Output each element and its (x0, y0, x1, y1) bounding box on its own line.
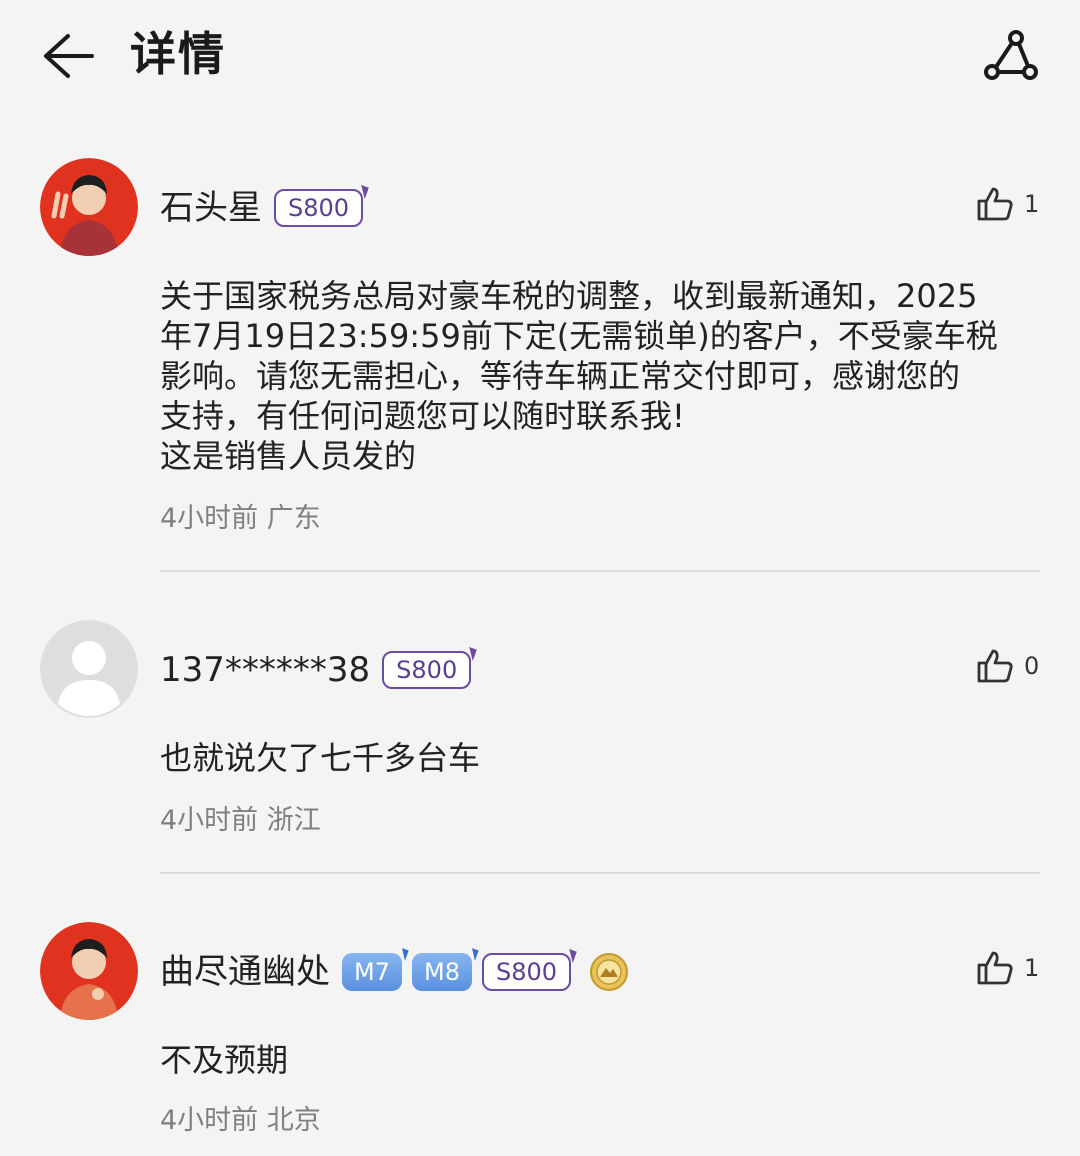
comment-time: 4小时前 (160, 805, 259, 836)
comment-time: 4小时前 (160, 503, 259, 534)
badge-m7[interactable]: M7 (342, 953, 402, 991)
thumbs-up-icon (977, 649, 1013, 683)
avatar[interactable] (40, 620, 138, 718)
comment-line: 支持，有任何问题您可以随时联系我! (160, 397, 685, 435)
avatar[interactable] (40, 158, 138, 256)
like-count: 1 (1024, 190, 1040, 218)
like-count: 0 (1024, 652, 1040, 680)
comment-meta: 4小时前 广东 (160, 496, 321, 535)
comment-line: 这是销售人员发的 (160, 437, 417, 475)
badge-s800[interactable]: S800 (274, 189, 364, 227)
badge-s800[interactable]: S800 (481, 953, 572, 991)
name-row: 137******38 S800 (160, 642, 481, 698)
like-button[interactable]: 1 (976, 950, 1039, 986)
comment-text: 关于国家税务总局对豪车税的调整，收到最新通知，2025 年7月19日23:59:… (160, 276, 998, 476)
comment-line: 影响。请您无需担心，等待车辆正常交付即可，感谢您的 (160, 357, 961, 395)
medal-icon[interactable] (589, 952, 629, 992)
avatar[interactable] (40, 922, 138, 1020)
app-header: 详情 (0, 0, 1080, 110)
share-icon (984, 30, 1038, 80)
comment-location: 北京 (266, 1105, 321, 1136)
back-arrow-icon (44, 34, 94, 78)
comment-line: 关于国家税务总局对豪车税的调整，收到最新通知，2025 (160, 277, 978, 315)
name-row: 曲尽通幽处 M7 M8 S800 (160, 944, 629, 1000)
username[interactable]: 石头星 (160, 186, 262, 230)
back-button[interactable] (38, 28, 98, 84)
thumbs-up-icon (977, 187, 1013, 221)
username[interactable]: 137******38 (160, 648, 370, 692)
comment-text: 不及预期 (160, 1040, 288, 1080)
comment-time: 4小时前 (160, 1105, 259, 1136)
share-button[interactable] (980, 28, 1042, 86)
like-count: 1 (1024, 954, 1040, 982)
comment-location: 广东 (266, 503, 321, 534)
name-row: 石头星 S800 (160, 180, 373, 236)
badge-m8[interactable]: M8 (411, 953, 472, 991)
comment-location: 浙江 (266, 805, 321, 836)
page-title: 详情 (130, 27, 226, 81)
like-button[interactable]: 0 (976, 648, 1039, 684)
username[interactable]: 曲尽通幽处 (160, 950, 330, 994)
comment-line: 年7月19日23:59:59前下定(无需锁单)的客户，不受豪车税 (160, 317, 998, 355)
comment-meta: 4小时前 北京 (160, 1098, 321, 1137)
like-button[interactable]: 1 (976, 186, 1039, 222)
comment-line: 也就说欠了七千多台车 (160, 739, 481, 777)
divider (160, 570, 1040, 572)
comment-text: 也就说欠了七千多台车 (160, 738, 480, 778)
badge-s800[interactable]: S800 (382, 651, 472, 689)
comment-line: 不及预期 (160, 1041, 289, 1079)
comment-meta: 4小时前 浙江 (160, 798, 321, 837)
thumbs-up-icon (977, 951, 1013, 985)
divider (160, 872, 1040, 874)
